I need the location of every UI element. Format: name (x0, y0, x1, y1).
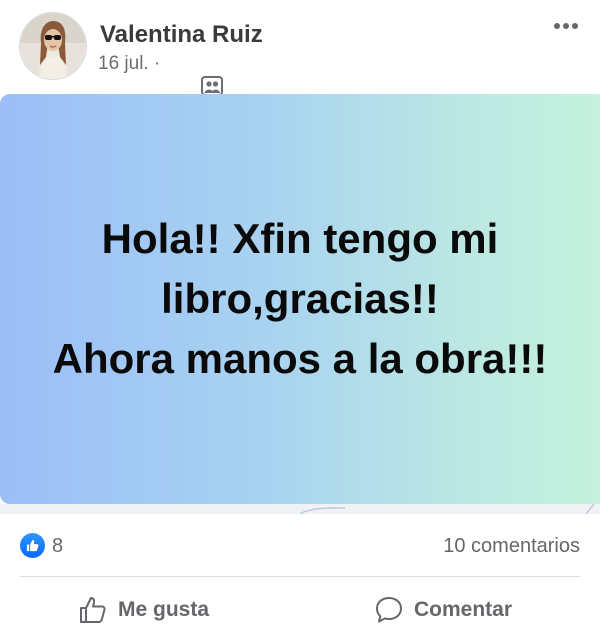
post-message-line: Hola!! Xfin tengo mi (101, 215, 499, 262)
profile-photo (20, 13, 86, 79)
divider (20, 576, 580, 577)
comment-bubble-icon (374, 595, 404, 625)
comment-button[interactable]: Comentar (374, 588, 512, 632)
post-message: Hola!! Xfin tengo mi libro,gracias!! Aho… (0, 96, 600, 502)
reactions-count[interactable]: 8 (52, 535, 63, 558)
meta-separator: · (148, 53, 166, 74)
comment-button-label: Comentar (414, 598, 513, 621)
post-meta: 16 jul. · (98, 53, 224, 96)
reactions-bar: 8 10 comentarios (0, 520, 600, 570)
post-bottom-strip (0, 504, 600, 514)
thumbs-up-icon (78, 595, 108, 625)
more-options-icon[interactable] (552, 14, 580, 38)
post-actions: Me gusta Comentar (0, 578, 600, 642)
like-button[interactable]: Me gusta (78, 588, 209, 632)
post-message-line: libro,gracias!! (161, 275, 439, 322)
like-button-label: Me gusta (118, 598, 210, 621)
like-reaction-icon[interactable] (20, 533, 45, 558)
post-message-line: Ahora manos a la obra!!! (52, 335, 548, 382)
post-header: Valentina Ruiz 16 jul. · (0, 0, 600, 96)
comments-count-link[interactable]: 10 comentarios (443, 535, 580, 558)
avatar[interactable] (19, 12, 87, 80)
author-name[interactable]: Valentina Ruiz (100, 21, 263, 49)
post-date[interactable]: 16 jul. (98, 53, 149, 75)
friends-audience-icon[interactable] (170, 54, 224, 96)
